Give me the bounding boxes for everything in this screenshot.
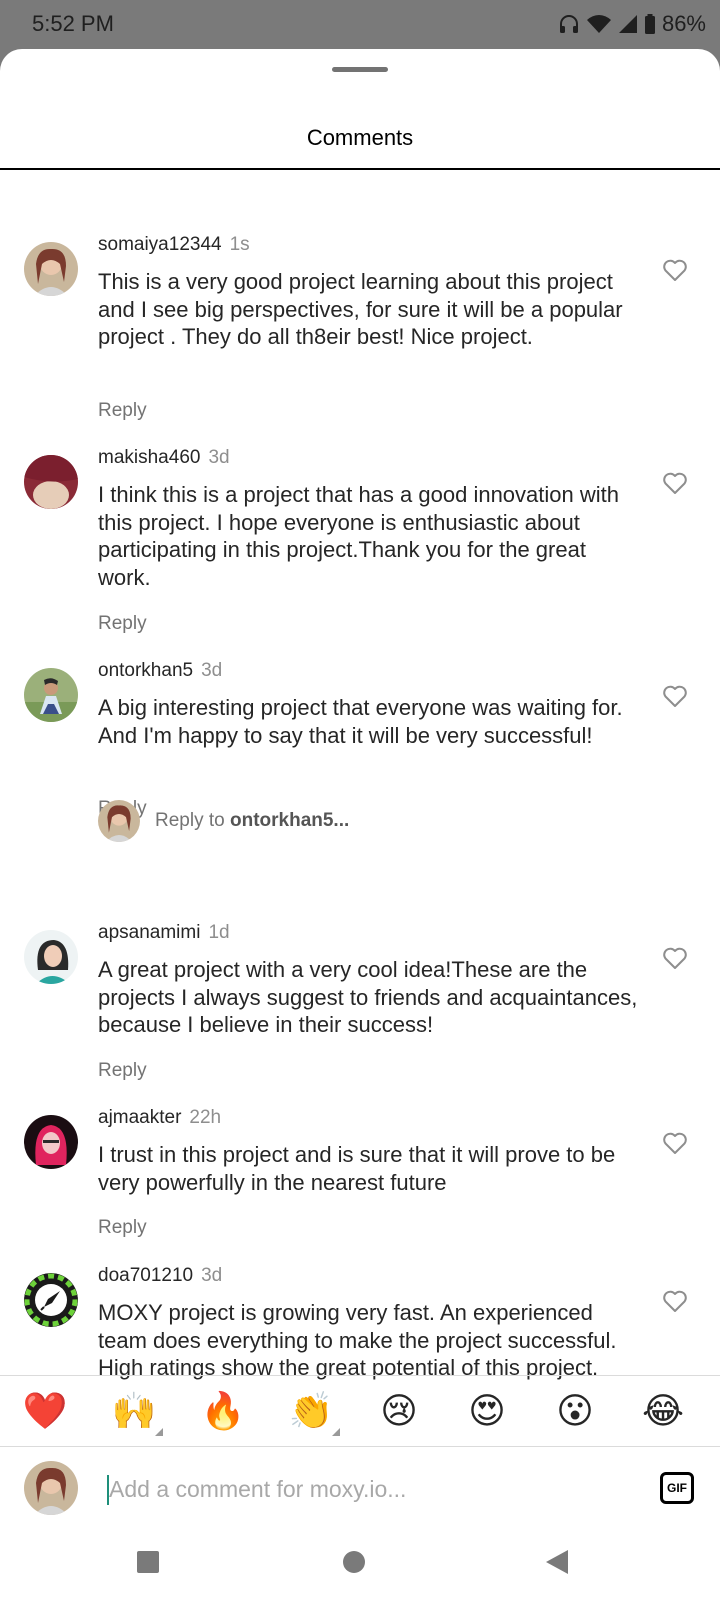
like-heart-icon[interactable]: [662, 946, 688, 970]
avatar[interactable]: [24, 668, 78, 722]
laughing-face-emoji[interactable]: 😂: [640, 1388, 686, 1434]
home-icon[interactable]: [342, 1550, 366, 1574]
comment-meta: apsanamimi 1d: [98, 920, 230, 946]
like-heart-icon[interactable]: [662, 471, 688, 495]
comment-username[interactable]: apsanamimi: [98, 922, 200, 943]
comment-text: This is a very good project learning abo…: [98, 269, 623, 349]
avatar[interactable]: [24, 1273, 78, 1327]
comments-sheet: Comments somaiya12344 1s This is a very g…: [0, 49, 720, 1600]
like-heart-icon[interactable]: [662, 258, 688, 282]
gif-button[interactable]: GIF: [660, 1472, 694, 1504]
status-icons: 86%: [558, 11, 706, 37]
comment-meta: doa701210 3d: [98, 1263, 222, 1289]
variant-indicator-icon: [155, 1428, 163, 1436]
comment-username[interactable]: ajmaakter: [98, 1107, 181, 1128]
signal-icon: [618, 13, 638, 35]
comment-composer: GIF: [0, 1447, 720, 1527]
comment-meta: ontorkhan5 3d: [98, 658, 222, 684]
headphones-icon: [558, 13, 580, 35]
comment-time: 3d: [201, 1265, 223, 1286]
variant-indicator-icon: [332, 1428, 340, 1436]
drag-handle[interactable]: [332, 67, 388, 72]
emoji-bar: ❤️ 🙌 🔥 👏 😢 😍 😮 😂: [0, 1376, 720, 1446]
comment-username[interactable]: doa701210: [98, 1265, 193, 1286]
reply-button[interactable]: Reply: [98, 1217, 147, 1239]
comment-meta: makisha460 3d: [98, 445, 230, 471]
reply-to-prompt[interactable]: Reply to ontorkhan5...: [98, 800, 658, 842]
like-heart-icon[interactable]: [662, 684, 688, 708]
reply-to-text: Reply to ontorkhan5...: [155, 810, 349, 832]
reply-to-username: ontorkhan5...: [229, 810, 350, 831]
comment-input[interactable]: [109, 1469, 609, 1509]
comments-list[interactable]: somaiya12344 1s This is a very good proje…: [0, 170, 720, 1424]
status-bar: 5:52 PM 86%: [0, 0, 720, 50]
comment-text: A great project with a very cool idea!Th…: [98, 957, 638, 1037]
like-heart-icon[interactable]: [662, 1131, 688, 1155]
comment-time: 1d: [208, 922, 230, 943]
navigation-bar: [0, 1527, 720, 1600]
comment-meta: ajmaakter 22h: [98, 1105, 221, 1131]
avatar[interactable]: [24, 930, 78, 984]
comment-time: 1s: [229, 234, 250, 255]
status-time: 5:52 PM: [32, 11, 114, 36]
comment-meta: somaiya12344 1s: [98, 232, 250, 258]
like-heart-icon[interactable]: [662, 1289, 688, 1313]
surprised-face-emoji[interactable]: 😮: [552, 1388, 598, 1434]
clapping-hands-emoji[interactable]: 👏: [288, 1388, 340, 1436]
reply-to-prefix: Reply to: [155, 810, 230, 831]
fire-emoji[interactable]: 🔥: [200, 1388, 246, 1434]
comment-text: I think this is a project that has a goo…: [98, 482, 619, 590]
clapping-hands-emoji-glyph: 👏: [288, 1390, 334, 1431]
avatar[interactable]: [24, 455, 78, 509]
comment-time: 3d: [208, 447, 230, 468]
battery-percent: 86%: [661, 11, 706, 36]
comment-username[interactable]: somaiya12344: [98, 234, 222, 255]
avatar[interactable]: [24, 242, 78, 296]
my-avatar: [24, 1461, 78, 1515]
comment-text: A big interesting project that everyone …: [98, 695, 623, 748]
comment-time: 22h: [189, 1107, 222, 1128]
crying-face-emoji[interactable]: 😢: [376, 1388, 422, 1434]
battery-icon: [644, 13, 656, 35]
heart-emoji[interactable]: ❤️: [22, 1388, 68, 1434]
sheet-title: Comments: [306, 125, 414, 150]
raised-hands-emoji-glyph: 🙌: [111, 1390, 157, 1431]
reply-button[interactable]: Reply: [98, 400, 147, 422]
avatar: [98, 800, 140, 842]
comment-text: I trust in this project and is sure that…: [98, 1142, 616, 1195]
wifi-icon: [586, 13, 612, 35]
comment-time: 3d: [201, 660, 223, 681]
comment-username[interactable]: ontorkhan5: [98, 660, 193, 681]
recents-icon[interactable]: [136, 1550, 160, 1574]
comment-text: MOXY project is growing very fast. An ex…: [98, 1300, 617, 1380]
avatar[interactable]: [24, 1115, 78, 1169]
back-icon[interactable]: [544, 1549, 570, 1575]
raised-hands-emoji[interactable]: 🙌: [111, 1388, 163, 1436]
comment-username[interactable]: makisha460: [98, 447, 200, 468]
heart-eyes-emoji[interactable]: 😍: [464, 1388, 510, 1434]
reply-button[interactable]: Reply: [98, 613, 147, 635]
reply-button[interactable]: Reply: [98, 1060, 147, 1082]
